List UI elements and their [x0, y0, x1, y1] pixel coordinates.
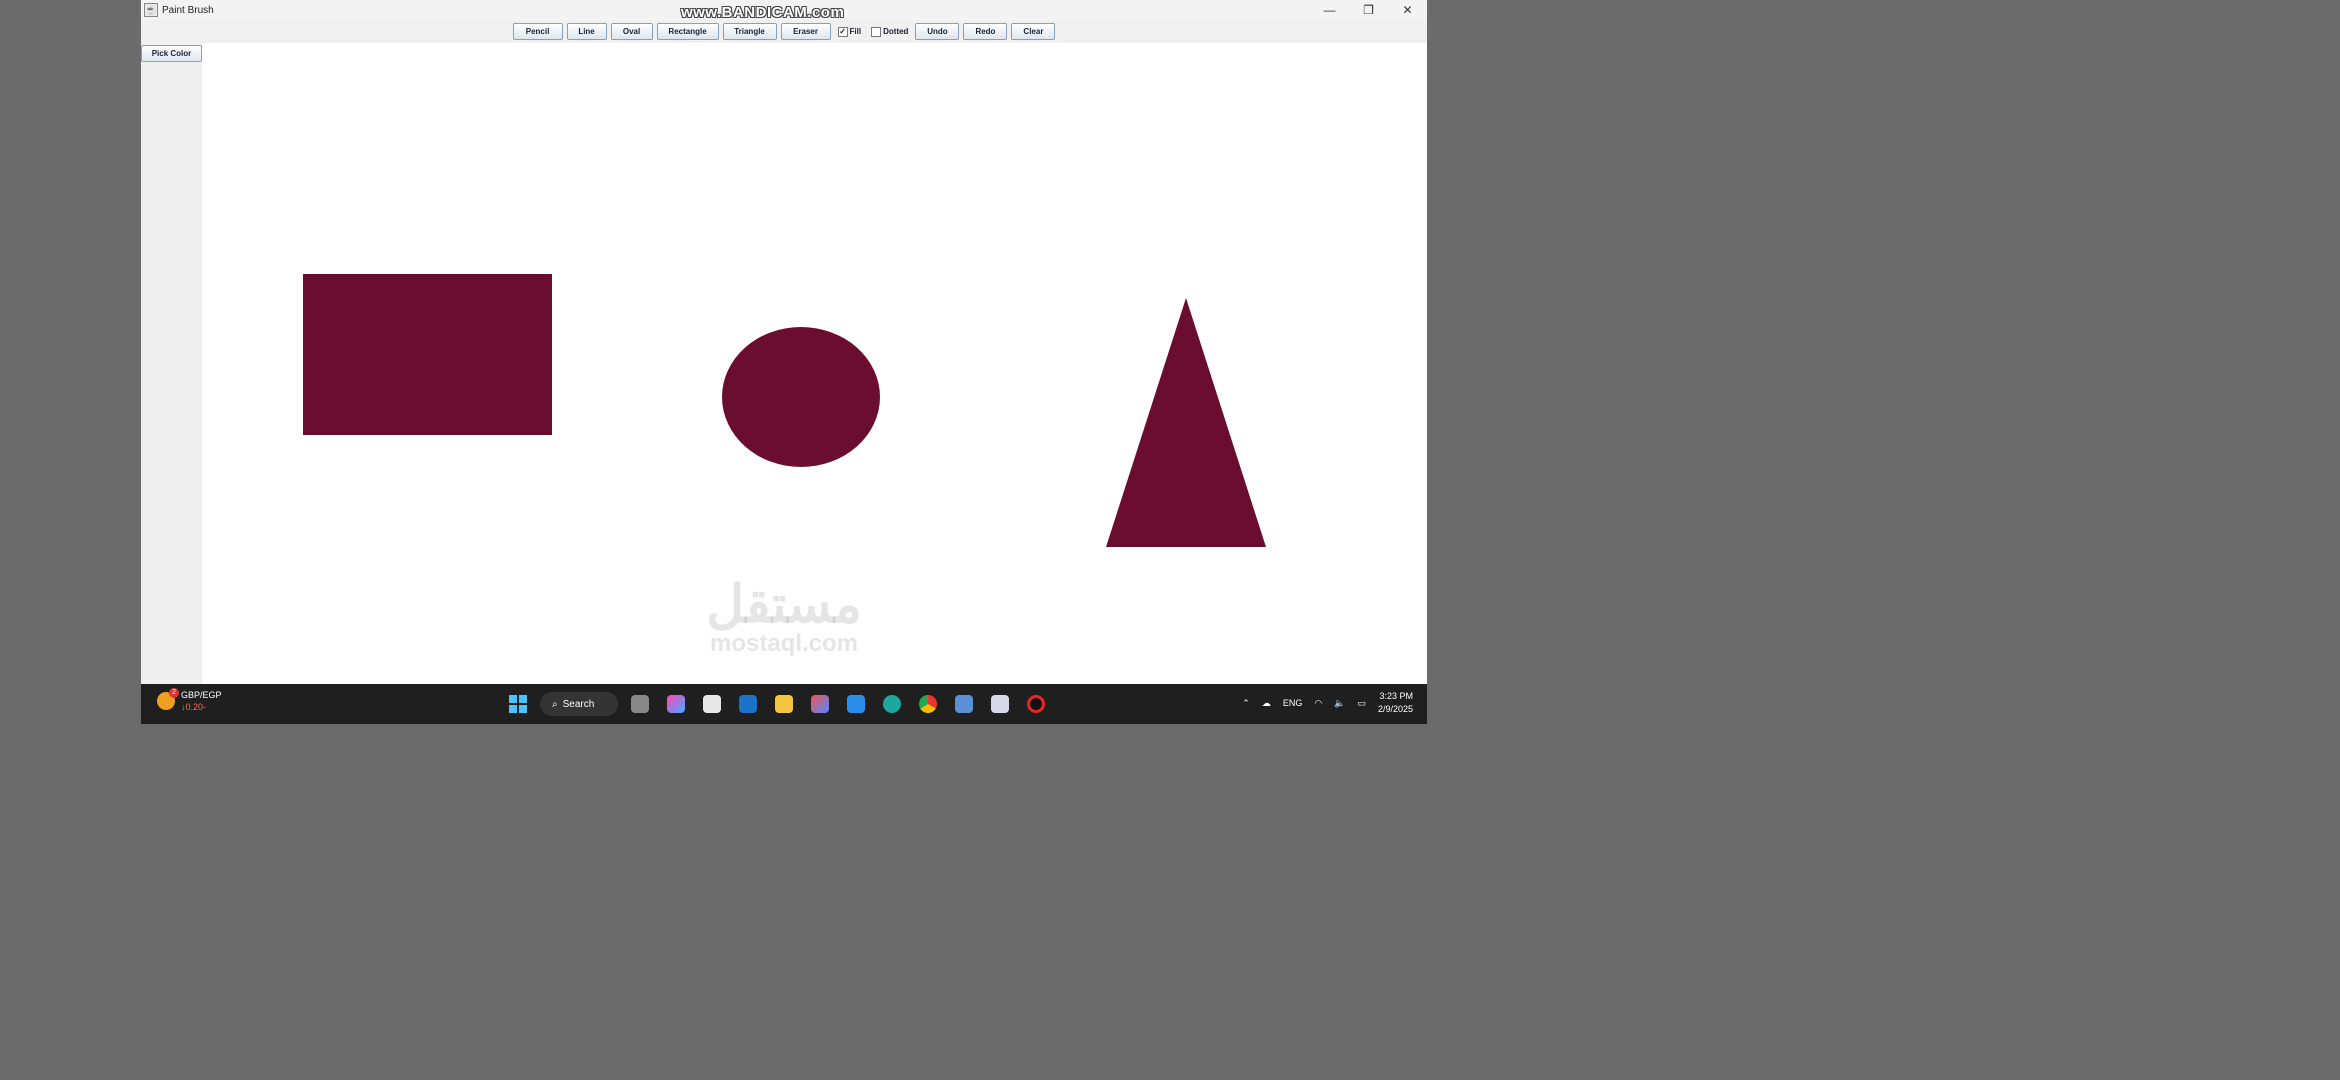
chrome-icon[interactable]	[914, 690, 942, 718]
battery-icon[interactable]: ▭	[1357, 698, 1366, 709]
currency-pair: GBP/EGP	[181, 690, 222, 700]
triangle-button[interactable]: Triangle	[722, 23, 777, 40]
line-button[interactable]: Line	[566, 23, 607, 40]
search-label: Search	[562, 698, 595, 710]
bandicam-watermark: www.BANDICAM.com	[681, 4, 845, 21]
close-button[interactable]: ✕	[1388, 0, 1427, 20]
outlook-icon[interactable]	[734, 690, 762, 718]
dotted-checkbox[interactable]: Dotted	[868, 26, 911, 37]
java-app-icon: ☕	[144, 3, 158, 17]
wifi-icon[interactable]: ◠	[1314, 698, 1322, 709]
file-explorer-icon[interactable]	[770, 690, 798, 718]
restore-button[interactable]: ❐	[1349, 0, 1388, 20]
volume-icon[interactable]: 🔈	[1334, 698, 1345, 709]
pencil-button[interactable]: Pencil	[512, 23, 563, 40]
pick-color-button[interactable]: Pick Color	[141, 45, 202, 62]
search-box[interactable]: ⌕ Search	[540, 692, 618, 716]
color-panel: Pick Color	[141, 43, 202, 684]
redo-button[interactable]: Redo	[963, 23, 1008, 40]
edge-icon[interactable]	[878, 690, 906, 718]
title-bar: ☕ Paint Brush www.BANDICAM.com — ❐ ✕	[141, 0, 1427, 21]
undo-button[interactable]: Undo	[915, 23, 960, 40]
window-controls: — ❐ ✕	[1310, 0, 1427, 20]
cloud-icon[interactable]: ☁	[1262, 698, 1271, 709]
fill-checkbox[interactable]: ✓ Fill	[835, 26, 865, 37]
clear-button[interactable]: Clear	[1011, 23, 1056, 40]
rectangle-button[interactable]: Rectangle	[656, 23, 719, 40]
eraser-button[interactable]: Eraser	[780, 23, 831, 40]
search-icon: ⌕	[552, 698, 558, 710]
oval-button[interactable]: Oval	[610, 23, 653, 40]
currency-widget[interactable]: 2 GBP/EGP ↓0.20-	[157, 688, 222, 713]
virtualbox-icon[interactable]	[950, 690, 978, 718]
minimize-button[interactable]: —	[1310, 0, 1349, 20]
taskbar: 2 GBP/EGP ↓0.20- ⌕ Search ⌃ ☁ ENG ◠ 🔈 ▭ …	[141, 684, 1427, 724]
fill-check-icon: ✓	[837, 26, 848, 37]
teams-icon[interactable]	[806, 690, 834, 718]
drawn-triangle	[1106, 298, 1266, 547]
system-tray: ⌃ ☁ ENG ◠ 🔈 ▭ 3:23 PM 2/9/2025	[1242, 690, 1413, 716]
drawn-oval	[722, 327, 880, 467]
store-icon[interactable]	[698, 690, 726, 718]
copilot-icon[interactable]	[662, 690, 690, 718]
start-button[interactable]	[504, 690, 532, 718]
tool-bar: Pencil Line Oval Rectangle Triangle Eras…	[141, 20, 1427, 43]
clock-date: 2/9/2025	[1377, 704, 1413, 714]
dotted-check-icon	[871, 26, 882, 37]
drawing-canvas[interactable]	[202, 43, 1427, 684]
language-indicator[interactable]: ENG	[1283, 698, 1303, 708]
currency-icon: 2	[157, 688, 179, 710]
window-title: Paint Brush	[162, 4, 214, 16]
bandicam-record-icon[interactable]	[1022, 690, 1050, 718]
drawn-rectangle	[303, 274, 552, 435]
fill-label: Fill	[849, 27, 862, 36]
currency-change: ↓0.20-	[181, 702, 207, 712]
notification-badge: 2	[169, 688, 179, 698]
windows-icon	[509, 695, 527, 713]
clock-time: 3:23 PM	[1379, 691, 1413, 701]
task-view-icon[interactable]	[626, 690, 654, 718]
clock[interactable]: 3:23 PM 2/9/2025	[1378, 690, 1413, 716]
screen: ☕ Paint Brush www.BANDICAM.com — ❐ ✕ Pen…	[141, 0, 1427, 724]
java-taskbar-icon[interactable]	[986, 690, 1014, 718]
vscode-icon[interactable]	[842, 690, 870, 718]
taskbar-apps: ⌕ Search	[504, 690, 1050, 718]
chevron-up-icon[interactable]: ⌃	[1242, 698, 1250, 709]
dotted-label: Dotted	[883, 27, 909, 36]
